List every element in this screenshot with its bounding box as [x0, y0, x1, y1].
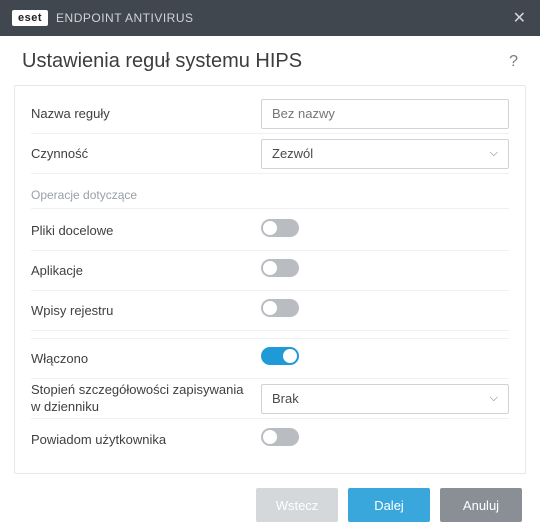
- product-name: ENDPOINT ANTIVIRUS: [56, 11, 193, 25]
- titlebar: eset ENDPOINT ANTIVIRUS ✕: [0, 0, 540, 36]
- page-title: Ustawienia reguł systemu HIPS: [22, 50, 302, 73]
- log-detail-label: Stopień szczegółowości zapisywania w dzi…: [31, 382, 261, 415]
- row-enabled: Włączono: [31, 339, 509, 379]
- next-button[interactable]: Dalej: [348, 488, 430, 522]
- row-applications: Aplikacje: [31, 251, 509, 291]
- row-registry: Wpisy rejestru: [31, 291, 509, 331]
- enabled-label: Włączono: [31, 351, 261, 366]
- action-selected: Zezwól: [272, 146, 313, 161]
- header: Ustawienia reguł systemu HIPS ?: [0, 36, 540, 79]
- notify-user-toggle[interactable]: [261, 428, 299, 446]
- log-detail-selected: Brak: [272, 391, 299, 406]
- rule-name-input[interactable]: [261, 99, 509, 129]
- footer: Wstecz Dalej Anuluj: [0, 474, 540, 522]
- chevron-down-icon: ⌵: [490, 392, 498, 405]
- applications-toggle[interactable]: [261, 259, 299, 277]
- row-target-files: Pliki docelowe: [31, 211, 509, 251]
- enabled-toggle[interactable]: [261, 347, 299, 365]
- row-log-detail: Stopień szczegółowości zapisywania w dzi…: [31, 379, 509, 419]
- section-operations: Operacje dotyczące: [31, 188, 509, 209]
- target-files-label: Pliki docelowe: [31, 223, 261, 238]
- close-icon[interactable]: ✕: [513, 8, 526, 28]
- row-action: Czynność Zezwól ⌵: [31, 134, 509, 174]
- action-select[interactable]: Zezwól ⌵: [261, 139, 509, 169]
- target-files-toggle[interactable]: [261, 219, 299, 237]
- applications-label: Aplikacje: [31, 263, 261, 278]
- registry-toggle[interactable]: [261, 299, 299, 317]
- rule-name-label: Nazwa reguły: [31, 106, 261, 121]
- brand-badge: eset: [12, 10, 48, 26]
- registry-label: Wpisy rejestru: [31, 303, 261, 318]
- settings-panel: Nazwa reguły Czynność Zezwól ⌵ Operacje …: [14, 85, 526, 474]
- help-icon[interactable]: ?: [509, 53, 518, 71]
- action-label: Czynność: [31, 146, 261, 161]
- notify-user-label: Powiadom użytkownika: [31, 432, 261, 447]
- log-detail-select[interactable]: Brak ⌵: [261, 384, 509, 414]
- chevron-down-icon: ⌵: [490, 147, 498, 160]
- back-button: Wstecz: [256, 488, 338, 522]
- row-rule-name: Nazwa reguły: [31, 94, 509, 134]
- cancel-button[interactable]: Anuluj: [440, 488, 522, 522]
- row-notify-user: Powiadom użytkownika: [31, 419, 509, 459]
